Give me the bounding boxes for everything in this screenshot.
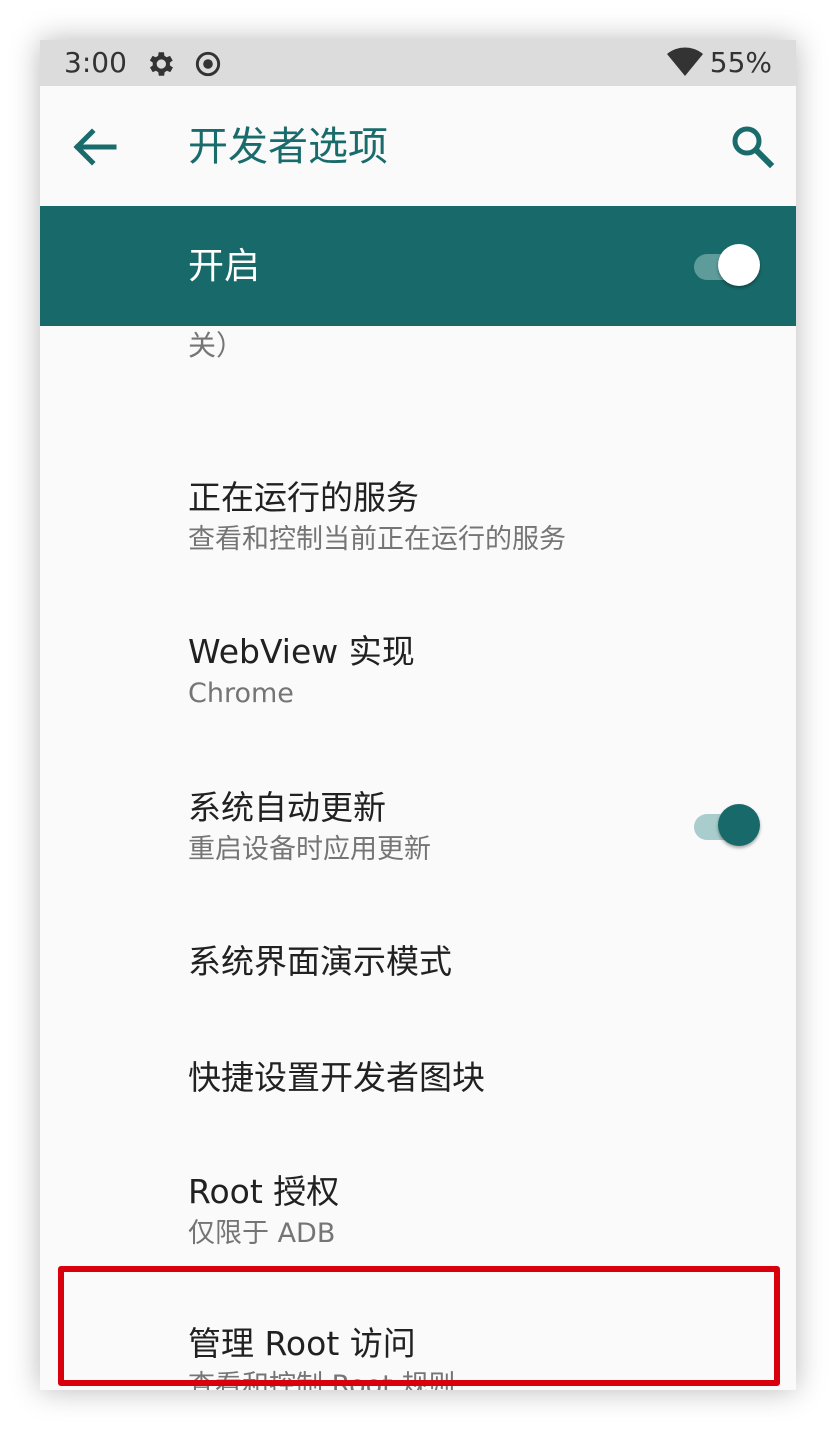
auto-update-toggle[interactable] — [692, 804, 762, 848]
arrow-back-icon — [66, 128, 122, 176]
pref-title: 系统界面演示模式 — [188, 942, 452, 981]
pref-automatic-system-updates[interactable]: 系统自动更新 重启设备时应用更新 — [40, 706, 796, 865]
toggle-thumb — [718, 244, 760, 286]
preference-list: 关） 正在运行的服务 查看和控制当前正在运行的服务 WebView 实现 Chr… — [40, 326, 796, 1390]
search-button[interactable] — [728, 122, 778, 172]
pref-webview-implementation[interactable]: WebView 实现 Chrome — [40, 552, 796, 709]
master-switch-label: 开启 — [188, 246, 261, 287]
pref-summary: 查看和控制 Root 规则 — [188, 1370, 456, 1390]
battery-percentage: 55% — [709, 46, 772, 79]
page-title: 开发者选项 — [188, 124, 388, 170]
pref-summary: 重启设备时应用更新 — [188, 834, 431, 865]
pref-title: 快捷设置开发者图块 — [188, 1058, 485, 1097]
pref-title: 管理 Root 访问 — [188, 1324, 416, 1363]
app-bar: 开发者选项 — [40, 86, 796, 206]
radio-target-icon — [192, 48, 224, 84]
master-toggle[interactable] — [692, 244, 762, 288]
pref-manage-root-access[interactable]: 管理 Root 访问 查看和控制 Root 规则 — [40, 1272, 796, 1390]
settings-gear-icon — [144, 48, 176, 84]
pref-title: Root 授权 — [188, 1172, 340, 1211]
pref-root-authorization[interactable]: Root 授权 仅限于 ADB — [40, 1118, 796, 1268]
phone-screen: 3:00 55% 开发者选项 开启 关） 正在运行的服务 查看和控制当前正在运行… — [40, 40, 796, 1390]
pref-summary: 仅限于 ADB — [188, 1218, 336, 1249]
pref-quick-settings-developer-tiles[interactable]: 快捷设置开发者图块 — [40, 1002, 796, 1112]
pref-system-ui-demo-mode[interactable]: 系统界面演示模式 — [40, 886, 796, 996]
developer-options-master-switch[interactable]: 开启 — [40, 206, 796, 326]
status-bar: 3:00 55% — [40, 40, 796, 86]
toggle-thumb — [718, 804, 760, 846]
partial-item-summary: 关） — [188, 329, 245, 362]
search-icon — [728, 126, 778, 176]
pref-running-services[interactable]: 正在运行的服务 查看和控制当前正在运行的服务 — [40, 398, 796, 555]
pref-title: WebView 实现 — [188, 632, 415, 671]
pref-title: 正在运行的服务 — [188, 478, 419, 517]
pref-title: 系统自动更新 — [188, 788, 386, 827]
status-time: 3:00 — [64, 46, 127, 79]
back-button[interactable] — [66, 122, 122, 172]
wifi-icon — [666, 46, 704, 82]
